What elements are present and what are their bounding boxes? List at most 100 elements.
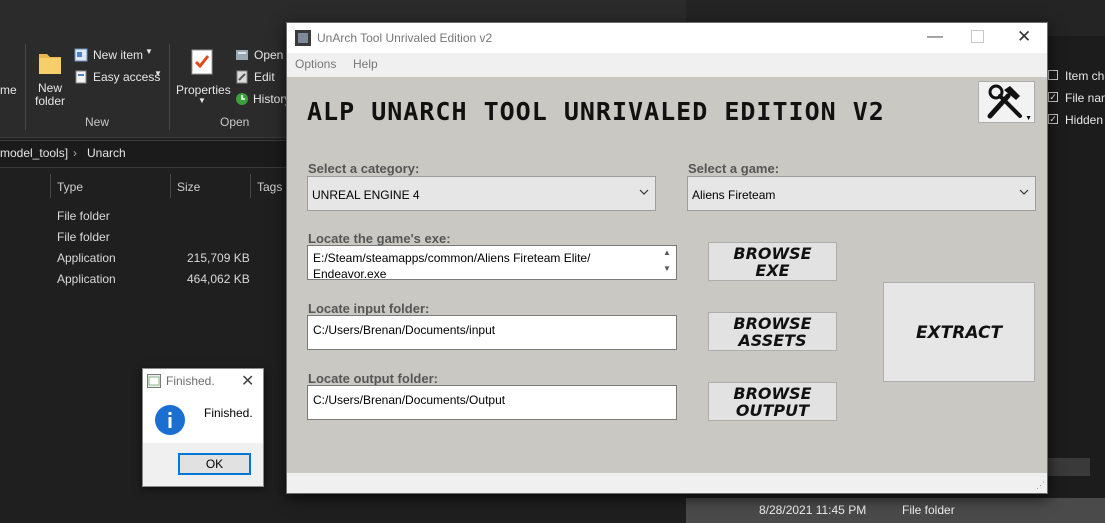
output-folder-value: C:/Users/Brenan/Documents/Output	[313, 393, 506, 407]
minimize-icon[interactable]: —	[927, 28, 943, 46]
input-folder-field[interactable]: C:/Users/Brenan/Documents/input	[307, 315, 677, 350]
unarch-window: UnArch Tool Unrivaled Edition v2 — ✕ Opt…	[286, 22, 1048, 494]
chevron-down-icon	[639, 189, 649, 195]
browse-exe-line1: BROWSE	[733, 244, 812, 263]
easy-access-label: Easy access	[93, 70, 161, 84]
hidden-items-label: Hidden	[1065, 113, 1104, 127]
history-button[interactable]: History	[235, 91, 291, 107]
ribbon-group-new: New	[85, 115, 110, 129]
page-title: ALP UNARCH TOOL UNRIVALED EDITION V2	[307, 97, 885, 126]
properties-button[interactable]: Properties ▼	[176, 48, 231, 110]
app-icon	[147, 374, 161, 388]
easy-access-dropdown-icon: ▼	[154, 69, 162, 78]
extract-button[interactable]: EXTRACT	[883, 282, 1035, 382]
breadcrumb[interactable]: model_tools] › Unarch	[0, 140, 291, 168]
row-date: 8/28/2021 11:45 PM	[759, 503, 867, 517]
category-label: Select a category:	[308, 161, 420, 176]
open-icon	[236, 50, 248, 60]
chevron-down-icon	[1019, 189, 1029, 195]
ribbon-separator	[25, 44, 26, 130]
scroll-up-icon[interactable]: ▲	[663, 248, 671, 257]
tools-button[interactable]: ▼	[978, 81, 1035, 123]
menu-options[interactable]: Options	[295, 57, 336, 71]
column-header-tags[interactable]: Tags	[257, 180, 282, 194]
file-row-size: 464,062 KB	[187, 272, 250, 286]
easy-access-button[interactable]: Easy access ▼	[74, 69, 164, 85]
maximize-icon[interactable]	[971, 30, 984, 43]
selected-row[interactable]: 8/28/2021 11:45 PM File folder	[686, 498, 1105, 523]
window-titlebar[interactable]: UnArch Tool Unrivaled Edition v2 — ✕	[287, 23, 1047, 53]
dialog-title: Finished.	[166, 374, 215, 388]
row-type: File folder	[902, 503, 955, 517]
browse-output-line2: OUTPUT	[735, 401, 810, 420]
finished-dialog: Finished. ✕ Finished. OK	[142, 368, 264, 487]
edit-icon	[236, 70, 248, 84]
category-value: UNREAL ENGINE 4	[312, 188, 420, 202]
app-icon	[295, 30, 311, 46]
dialog-message: Finished.	[204, 406, 253, 420]
view-options-panel: Item che ✓ File nam ✓ Hidden	[1048, 68, 1105, 130]
file-row-type[interactable]: File folder	[57, 230, 110, 244]
column-separator[interactable]	[50, 174, 51, 198]
game-value: Aliens Fireteam	[692, 188, 776, 202]
game-select[interactable]: Aliens Fireteam	[687, 176, 1036, 211]
ribbon-group-open: Open	[220, 115, 250, 129]
main-panel: ALP UNARCH TOOL UNRIVALED EDITION V2 ▼ S…	[287, 77, 1047, 473]
exe-path-value: E:/Steam/steamapps/common/Aliens Firetea…	[313, 251, 591, 281]
column-separator[interactable]	[250, 174, 251, 198]
file-row-type[interactable]: Application	[57, 272, 116, 286]
dialog-titlebar: Finished. ✕	[143, 369, 263, 393]
edit-button[interactable]: Edit	[235, 69, 287, 85]
close-icon[interactable]: ✕	[241, 371, 254, 391]
output-folder-field[interactable]: C:/Users/Brenan/Documents/Output	[307, 385, 677, 420]
exe-path-field[interactable]: E:/Steam/steamapps/common/Aliens Firetea…	[307, 245, 677, 281]
edit-label: Edit	[254, 70, 275, 84]
category-select[interactable]: UNREAL ENGINE 4	[307, 176, 656, 211]
new-item-dropdown-icon: ▼	[145, 47, 153, 56]
browse-assets-line2: ASSETS	[738, 331, 807, 350]
open-button[interactable]: Open	[235, 47, 287, 63]
file-row-type[interactable]: File folder	[57, 209, 110, 223]
column-header-size[interactable]: Size	[177, 180, 200, 194]
new-item-label: New item	[93, 48, 144, 62]
menu-help[interactable]: Help	[353, 57, 378, 71]
scrollbar[interactable]: ▲ ▼	[659, 247, 675, 279]
breadcrumb-segment[interactable]: model_tools]	[0, 146, 68, 160]
history-label: History	[253, 92, 291, 106]
file-row-type[interactable]: Application	[57, 251, 116, 265]
easy-access-icon	[75, 70, 87, 84]
column-separator[interactable]	[170, 174, 171, 198]
exe-label: Locate the game's exe:	[308, 231, 451, 246]
column-header-type[interactable]: Type	[57, 180, 83, 194]
browse-exe-line2: EXE	[755, 261, 790, 280]
new-folder-button[interactable]: New folder	[33, 48, 67, 110]
scroll-down-icon[interactable]: ▼	[663, 264, 671, 273]
open-label: Open	[254, 48, 284, 62]
new-item-button[interactable]: New item ▼	[74, 47, 154, 63]
ok-button[interactable]: OK	[178, 453, 251, 475]
resize-grip-icon[interactable]: ⋰	[1036, 480, 1045, 491]
file-row-size: 215,709 KB	[187, 251, 250, 265]
browse-assets-line1: BROWSE	[733, 314, 812, 333]
game-label: Select a game:	[688, 161, 780, 176]
window-title: UnArch Tool Unrivaled Edition v2	[317, 31, 493, 45]
breadcrumb-segment[interactable]: Unarch	[87, 146, 126, 160]
dialog-body: Finished.	[143, 393, 263, 443]
browse-assets-button[interactable]: BROWSE ASSETS	[708, 312, 837, 351]
browse-exe-button[interactable]: BROWSE EXE	[708, 242, 837, 281]
ribbon-partial-label: me	[0, 83, 17, 97]
folder-icon	[39, 54, 61, 74]
chevron-down-icon: ▼	[1025, 115, 1032, 122]
browse-output-button[interactable]: BROWSE OUTPUT	[708, 382, 837, 421]
output-label: Locate output folder:	[308, 371, 438, 386]
info-icon	[155, 405, 185, 435]
history-icon	[236, 93, 248, 105]
checkmark-icon: ✓	[1048, 92, 1058, 102]
input-folder-value: C:/Users/Brenan/Documents/input	[313, 323, 496, 337]
menu-bar: Options Help	[287, 53, 1047, 77]
scrollbar-track[interactable]	[1048, 458, 1090, 476]
checkbox-icon	[1048, 70, 1058, 80]
close-icon[interactable]: ✕	[1017, 27, 1031, 47]
browse-output-line1: BROWSE	[733, 384, 812, 403]
ribbon-separator	[169, 44, 170, 130]
